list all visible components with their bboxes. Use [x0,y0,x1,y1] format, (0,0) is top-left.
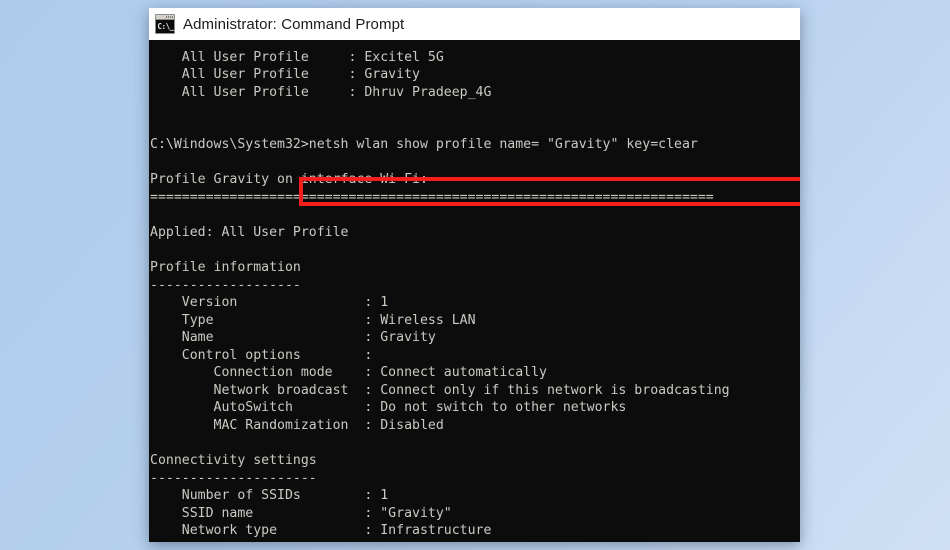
window-title-text: Administrator: Command Prompt [183,15,405,33]
console-line: Profile Gravity on interface Wi-Fi: [150,172,428,188]
console-line: All User Profile : Dhruv Pradeep_4G [150,84,492,100]
console-line: Network type : Infrastructure [150,523,492,539]
console-line: Connectivity settings [150,453,317,469]
console-line: Connection mode : Connect automatically [150,365,547,381]
console-line: AutoSwitch : Do not switch to other netw… [150,400,627,416]
console-line: ------------ [150,40,730,49]
console-line: ------------------- [150,277,301,293]
console-line: Number of SSIDs : 1 [150,488,389,504]
command-prompt-window[interactable]: C:\_ Administrator: Command Prompt -----… [149,8,800,542]
console-line: ========================================… [150,189,714,205]
console-line: Control options : [150,347,373,363]
console-line: SSID name : "Gravity" [150,505,452,521]
console-line: MAC Randomization : Disabled [150,418,444,434]
console-line: Version : 1 [150,295,389,311]
console-line: Profile information [150,260,301,276]
console-line: Name : Gravity [150,330,436,346]
console-output-area[interactable]: ------------ All User Profile : Excitel … [149,40,800,542]
console-line: Network broadcast : Connect only if this… [150,382,730,398]
desktop-background: C:\_ Administrator: Command Prompt -----… [0,0,950,550]
console-line: All User Profile : Gravity [150,67,420,83]
console-line: All User Profile : Excitel 5G [150,49,444,65]
command-prompt-icon: C:\_ [155,14,175,34]
icon-screen: C:\_ [156,20,174,33]
console-text-buffer: ------------ All User Profile : Excitel … [150,40,730,540]
console-line: --------------------- [150,470,317,486]
console-line: C:\Windows\System32>netsh wlan show prof… [150,137,698,153]
console-line: Applied: All User Profile [150,225,349,241]
console-line: Type : Wireless LAN [150,312,476,328]
icon-prompt-glyph: C:\_ [157,21,174,31]
window-title-bar[interactable]: C:\_ Administrator: Command Prompt [149,8,800,40]
